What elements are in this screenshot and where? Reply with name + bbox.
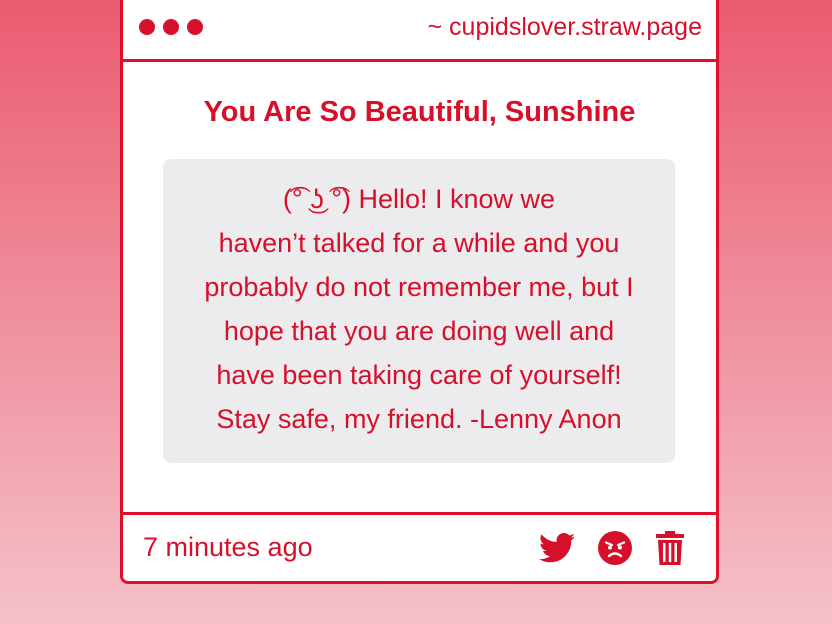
trash-icon (656, 531, 684, 565)
twitter-icon (539, 533, 575, 563)
message-line: have been taking care of yourself! (216, 360, 622, 390)
post-card: ~ cupidslover.straw.page You Are So Beau… (120, 0, 719, 584)
message-line: haven’t talked for a while and you (218, 228, 620, 258)
angry-face-icon (598, 531, 632, 565)
message-line: Stay safe, my friend. -Lenny Anon (216, 404, 622, 434)
post-title: You Are So Beautiful, Sunshine (203, 96, 636, 128)
window-dot-icon (187, 19, 203, 35)
post-timestamp: 7 minutes ago (143, 532, 313, 562)
page-url[interactable]: ~ cupidslover.straw.page (428, 13, 702, 42)
twitter-share-button[interactable] (538, 529, 576, 567)
delete-button[interactable] (651, 529, 689, 567)
message-line: (͡° ͜ʖ ͡°) Hello! I know we (282, 184, 556, 214)
message-text: (͡° ͜ʖ ͡°) Hello! I know we haven’t talk… (163, 177, 675, 441)
post-content: You Are So Beautiful, Sunshine (͡° ͜ʖ ͡°… (123, 62, 716, 512)
window-dot-icon (139, 19, 155, 35)
message-line: hope that you are doing well and (223, 316, 615, 346)
message-box: (͡° ͜ʖ ͡°) Hello! I know we haven’t talk… (163, 159, 675, 463)
window-dot-icon (163, 19, 179, 35)
window-titlebar: ~ cupidslover.straw.page (123, 0, 716, 62)
angry-reaction-button[interactable] (596, 529, 634, 567)
post-footer: 7 minutes ago (123, 512, 716, 581)
message-line: probably do not remember me, but I (204, 272, 634, 302)
